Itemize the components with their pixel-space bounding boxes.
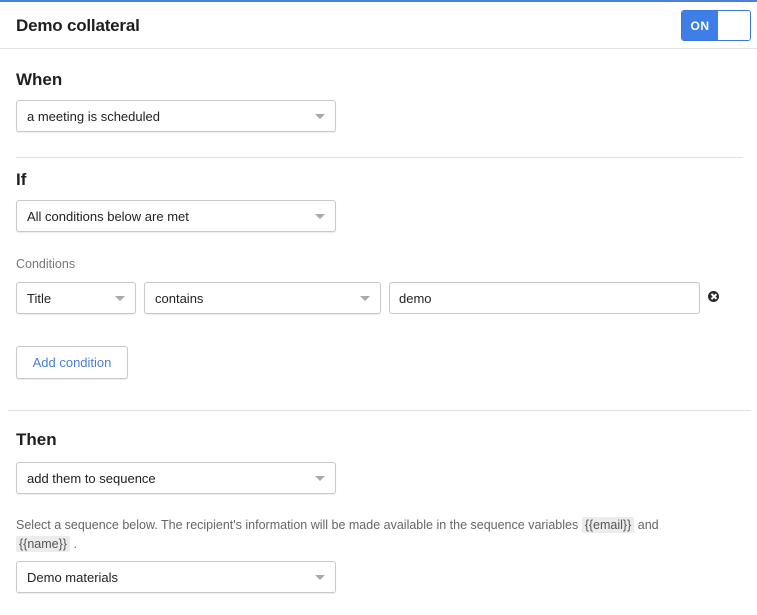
condition-value-input[interactable] [389,282,700,314]
email-variable: {{email}} [581,517,635,533]
name-variable: {{name}} [16,536,70,552]
enabled-toggle[interactable]: ON [681,10,751,41]
description-text: Select a sequence below. The recipient's… [16,518,579,532]
chevron-down-icon [315,114,325,119]
description-text: and [637,518,659,532]
match-select[interactable]: All conditions below are met [16,200,336,232]
action-select[interactable]: add them to sequence [16,462,336,494]
close-circle-icon[interactable] [708,291,719,302]
chevron-down-icon [360,296,370,301]
add-condition-button[interactable]: Add condition [16,346,128,379]
conditions-label: Conditions [16,257,76,271]
description-text: . [73,537,77,551]
chevron-down-icon [115,296,125,301]
sequence-select[interactable]: Demo materials [16,561,336,593]
trigger-select-value: a meeting is scheduled [27,109,160,124]
toggle-knob [718,11,750,40]
when-heading: When [16,70,63,89]
condition-operator-value: contains [155,291,204,306]
if-heading: If [16,170,27,189]
page-title: Demo collateral [16,16,140,35]
section-divider [8,410,751,411]
sequence-description: Select a sequence below. The recipient's… [16,516,716,554]
action-select-value: add them to sequence [27,471,156,486]
toggle-on-label: ON [682,11,718,40]
chevron-down-icon [315,214,325,219]
chevron-down-icon [315,575,325,580]
condition-operator-select[interactable]: contains [144,282,381,314]
section-divider [16,157,743,158]
condition-field-value: Title [27,291,52,306]
trigger-select[interactable]: a meeting is scheduled [16,100,336,132]
then-heading: Then [16,430,57,449]
condition-field-select[interactable]: Title [16,282,136,314]
match-select-value: All conditions below are met [27,209,189,224]
header: Demo collateral ON [0,2,757,49]
chevron-down-icon [315,476,325,481]
sequence-select-value: Demo materials [27,570,119,585]
